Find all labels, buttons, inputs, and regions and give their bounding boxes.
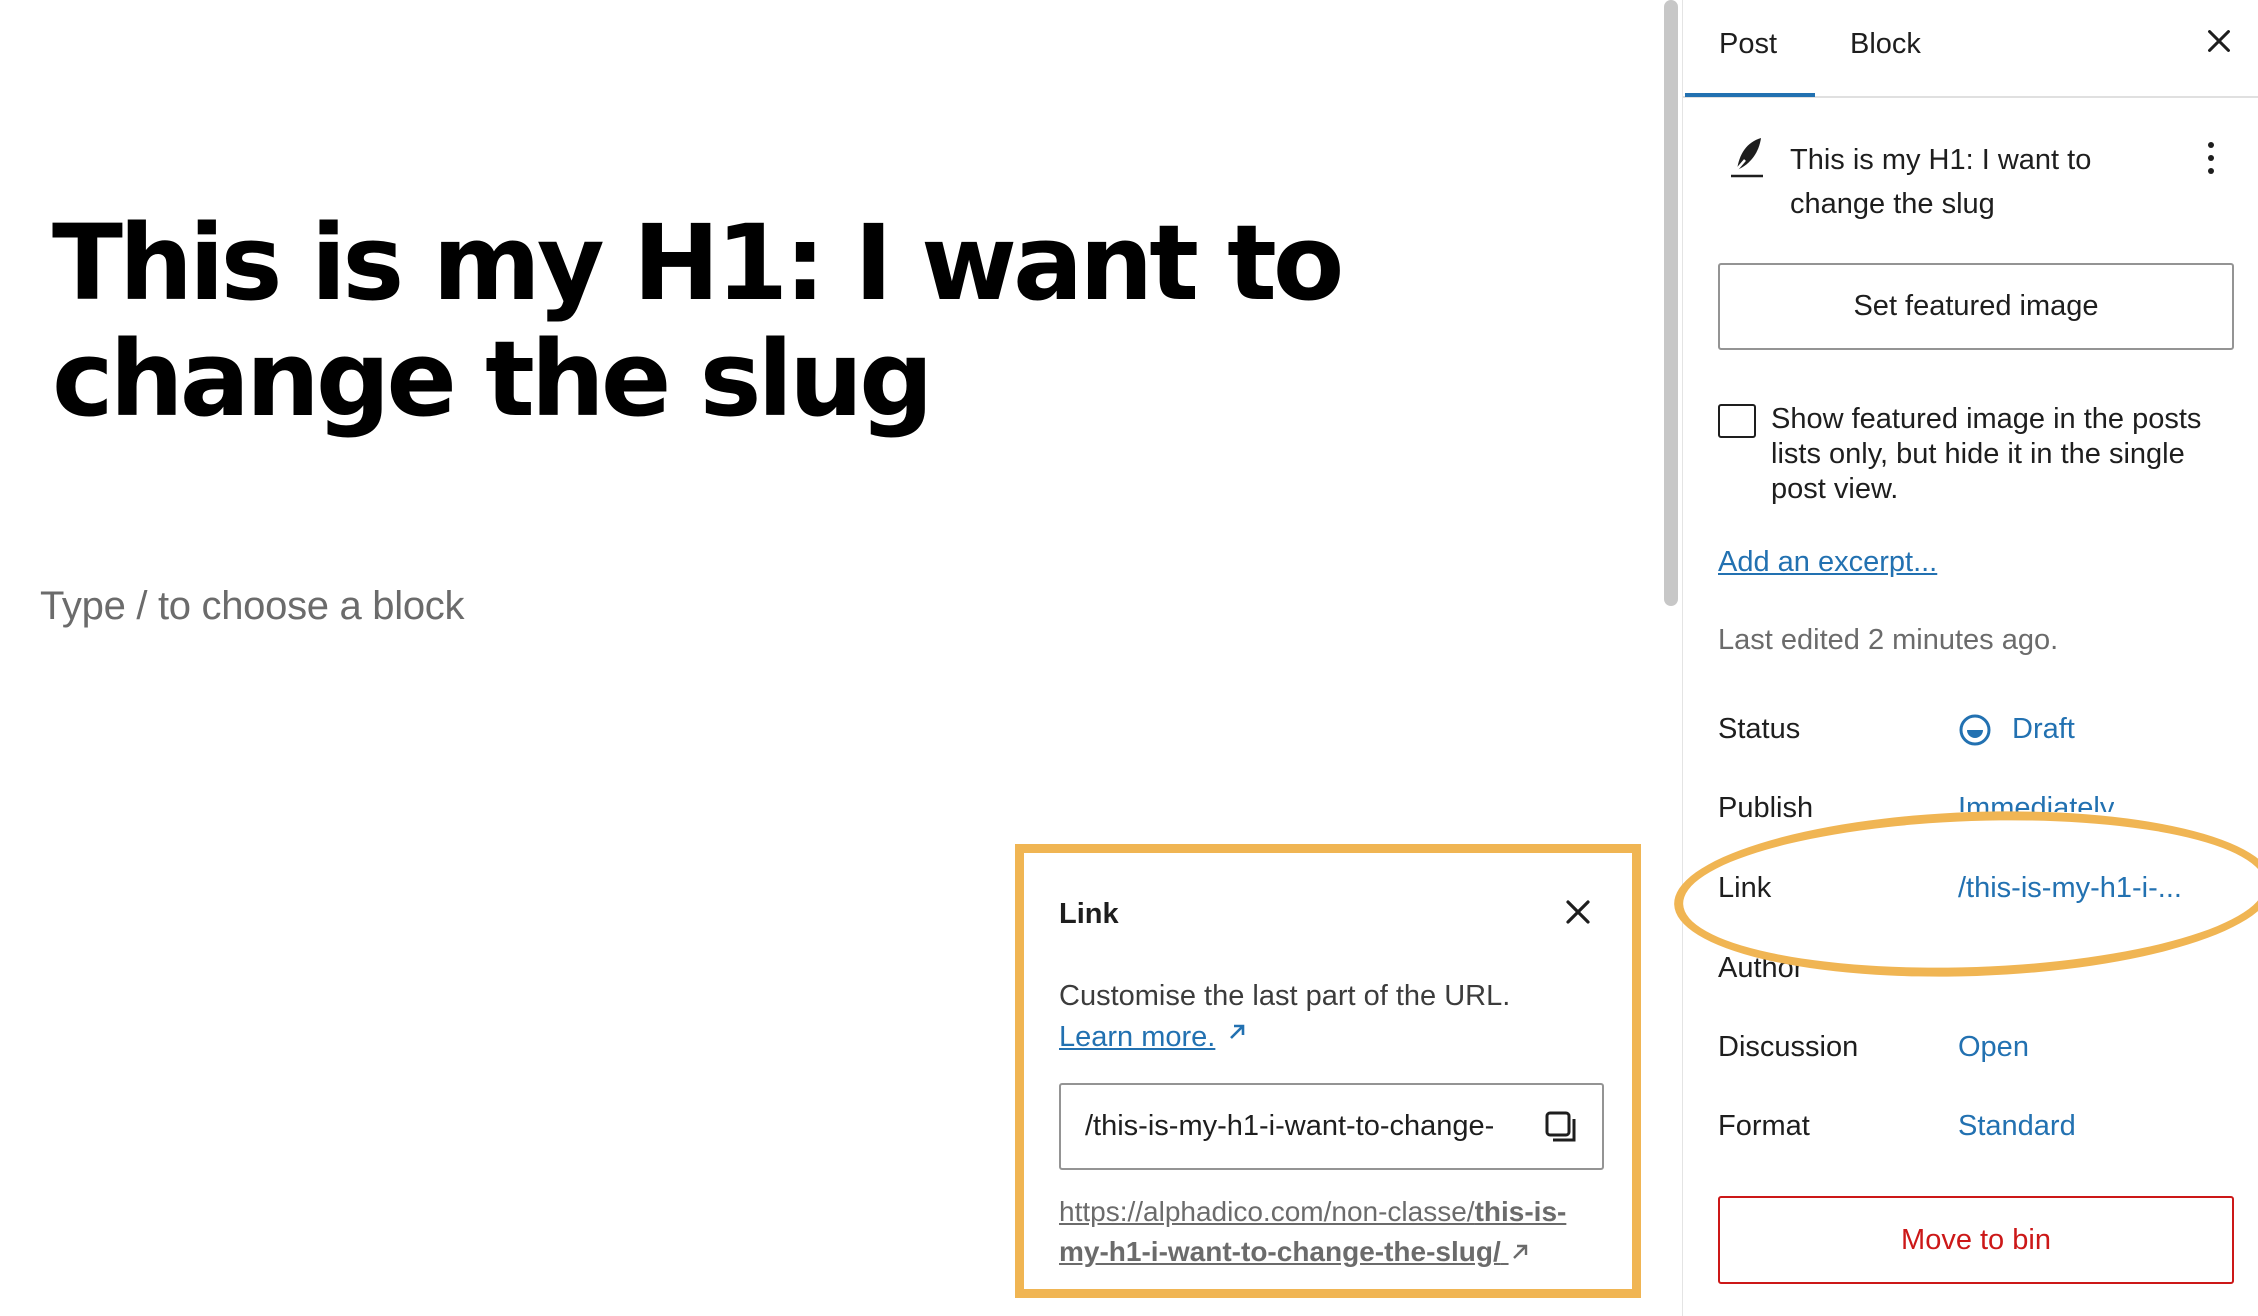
block-placeholder[interactable]: Type / to choose a block [40,584,464,629]
close-icon[interactable] [1560,894,1596,930]
discussion-value[interactable]: Open [1958,1031,2029,1064]
discussion-label: Discussion [1718,1031,1859,1063]
close-icon[interactable] [2202,24,2236,66]
move-to-bin-button[interactable]: Move to bin [1718,1196,2234,1284]
active-tab-indicator [1685,93,1815,97]
link-help-text: Customise the last part of the URL. [1059,980,1511,1012]
post-title[interactable]: This is my H1: I want to change the slug [52,205,1552,437]
learn-more-link[interactable]: Learn more. [1059,1021,1215,1054]
link-popover-title: Link [1059,898,1119,930]
format-label: Format [1718,1110,1810,1142]
external-link-icon [1226,1018,1248,1050]
post-summary-title: This is my H1: I want to change the slug [1790,144,2092,220]
tab-block[interactable]: Block [1850,28,1921,61]
featured-image-checkbox-label: Show featured image in the posts lists o… [1771,403,2202,505]
sidebar-tabs: Post Block [1683,0,2258,98]
publish-value[interactable]: Immediately [1958,792,2114,812]
status-value[interactable]: Draft [2012,713,2075,746]
settings-sidebar: Post Block This is my H1: I want to chan… [1683,0,2258,1316]
external-link-icon [1501,1236,1531,1267]
tab-post[interactable]: Post [1719,28,1777,61]
featured-image-checkbox[interactable] [1718,404,1756,438]
publish-label: Publish [1718,792,1814,824]
add-excerpt-link[interactable]: Add an excerpt... [1718,546,1937,579]
feather-icon [1727,134,1767,178]
editor-scrollbar-thumb[interactable] [1664,0,1678,606]
url-prefix[interactable]: https://alphadico.com/non-classe/ [1059,1196,1475,1227]
copy-icon[interactable] [1543,1109,1579,1145]
status-label: Status [1718,713,1801,745]
set-featured-image-button[interactable]: Set featured image [1718,263,2234,350]
slug-input[interactable] [1085,1085,1525,1168]
more-vertical-icon[interactable] [2204,138,2218,178]
draft-status-icon [1958,713,1992,747]
format-value[interactable]: Standard [1958,1110,2076,1143]
full-url-link[interactable]: https://alphadico.com/non-classe/this-is… [1059,1192,1579,1272]
last-edited-text: Last edited 2 minutes ago. [1718,624,2059,656]
slug-field[interactable] [1059,1083,1604,1170]
